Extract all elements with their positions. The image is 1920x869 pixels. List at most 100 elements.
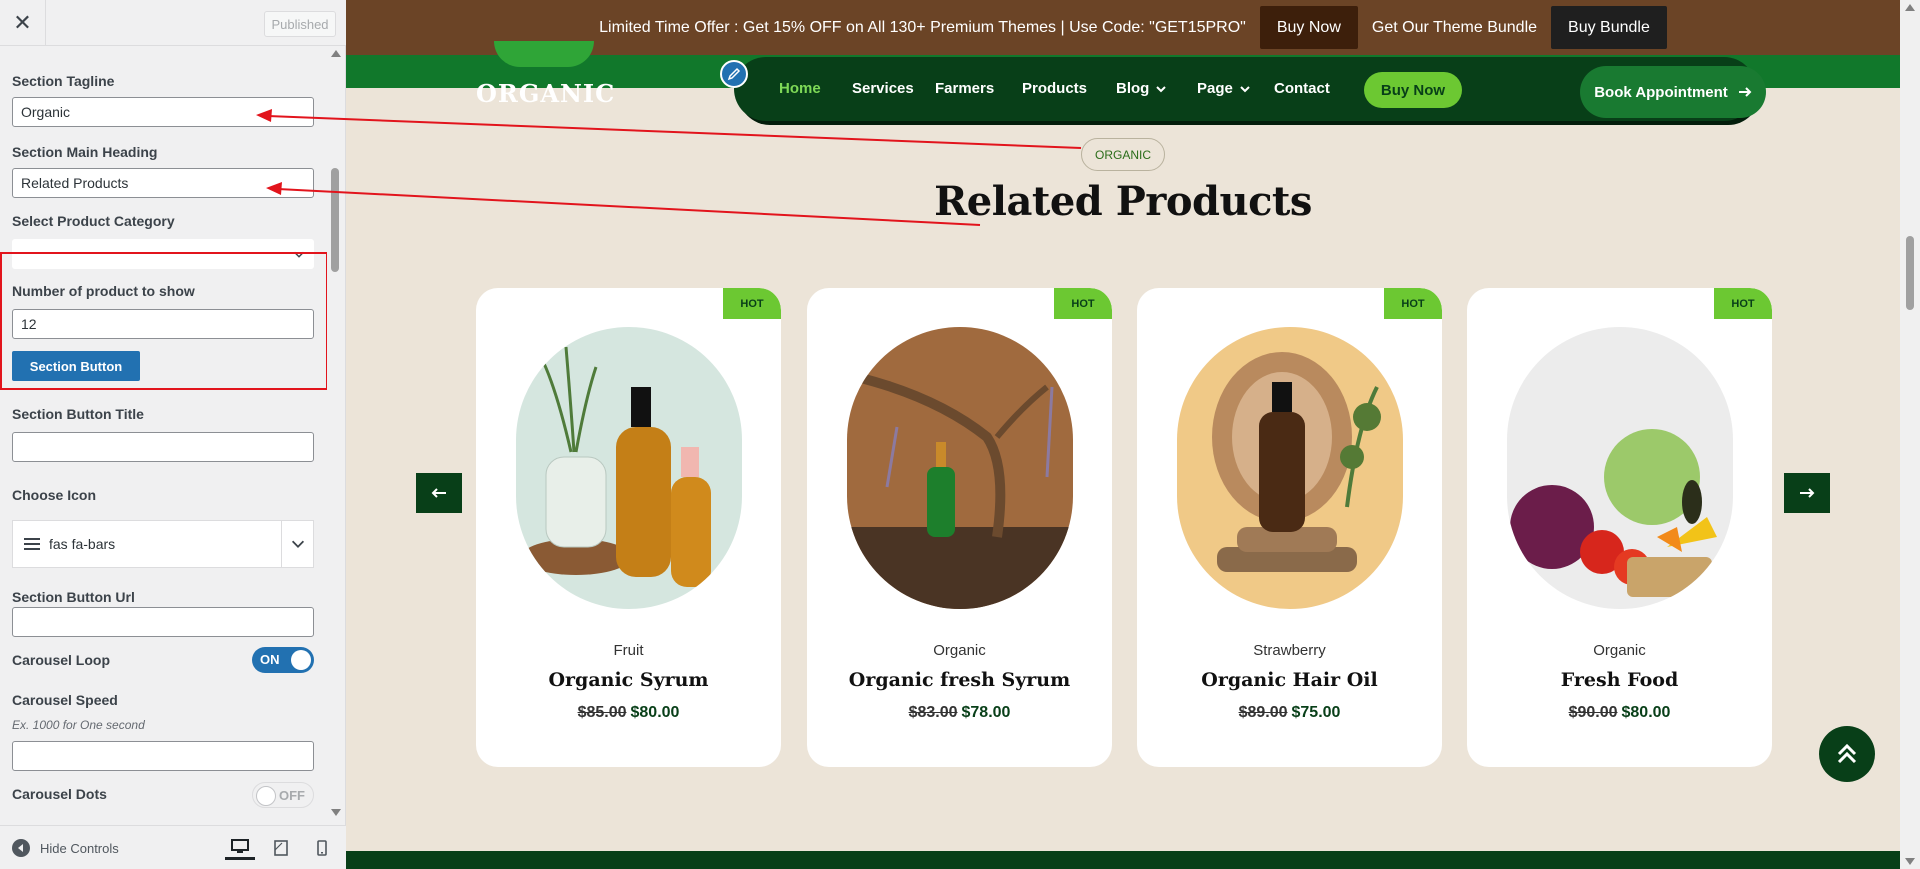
scroll-to-top-button[interactable]: [1819, 726, 1875, 782]
hot-badge: HOT: [1054, 288, 1112, 319]
tablet-icon[interactable]: [266, 836, 296, 860]
nav-buy-now-button[interactable]: Buy Now: [1364, 72, 1462, 108]
select-product-category-label: Select Product Category: [12, 213, 175, 229]
carousel-dots-toggle[interactable]: OFF: [252, 782, 314, 808]
nav-item-blog[interactable]: Blog: [1116, 80, 1167, 97]
scroll-down-arrow[interactable]: [1905, 858, 1915, 865]
scroll-down-arrow[interactable]: [331, 809, 341, 816]
carousel-speed-hint: Ex. 1000 for One second: [12, 718, 145, 732]
product-name[interactable]: Organic fresh Syrum: [807, 669, 1112, 691]
product-card[interactable]: HOT Fruit Organic Syrum $85.00 $80.00: [476, 288, 781, 767]
product-name[interactable]: Fresh Food: [1467, 669, 1772, 691]
product-image[interactable]: [1177, 327, 1403, 609]
book-appointment-label: Book Appointment: [1594, 83, 1728, 101]
promo-bundle-text: Get Our Theme Bundle: [1371, 18, 1538, 36]
section-main-heading-input[interactable]: Related Products: [12, 168, 314, 198]
icon-picker[interactable]: fas fa-bars: [12, 520, 314, 568]
section-button-url-input[interactable]: [12, 607, 314, 637]
hot-badge: HOT: [723, 288, 781, 319]
icon-picker-toggle[interactable]: [281, 521, 313, 567]
carousel-loop-label: Carousel Loop: [12, 652, 111, 668]
old-price: $83.00: [908, 704, 958, 721]
old-price: $89.00: [1238, 704, 1288, 721]
sale-price: $78.00: [961, 704, 1011, 721]
product-price: $85.00 $80.00: [476, 704, 781, 722]
nav-item-farmers[interactable]: Farmers: [935, 80, 994, 97]
scrollbar-thumb[interactable]: [1906, 236, 1914, 310]
product-image[interactable]: [516, 327, 742, 609]
toggle-knob: [291, 650, 311, 670]
product-image[interactable]: [847, 327, 1073, 609]
product-card[interactable]: HOT Organic Organic fresh Syrum $83.00 $7…: [807, 288, 1112, 767]
nav-item-services[interactable]: Services: [852, 80, 914, 97]
nav-item-home[interactable]: Home: [779, 80, 821, 97]
product-image[interactable]: [1507, 327, 1733, 609]
logo-text: ORGANIC: [476, 79, 616, 108]
sale-price: $75.00: [1291, 704, 1341, 721]
product-price: $83.00 $78.00: [807, 704, 1112, 722]
scroll-up-arrow[interactable]: [331, 50, 341, 57]
old-price: $85.00: [577, 704, 627, 721]
book-appointment-button[interactable]: Book Appointment: [1580, 66, 1766, 118]
double-chevron-up-icon: [1837, 743, 1857, 764]
hot-badge: HOT: [1714, 288, 1772, 319]
logo-leaf-icon: [494, 41, 594, 67]
carousel-speed-input[interactable]: [12, 741, 314, 771]
product-price: $89.00 $75.00: [1137, 704, 1442, 722]
promo-text: Limited Time Offer : Get 15% OFF on All …: [599, 18, 1246, 36]
desktop-icon[interactable]: [225, 836, 255, 860]
chevron-down-icon: [1240, 85, 1250, 92]
scrollbar-thumb[interactable]: [331, 168, 339, 272]
hot-badge: HOT: [1384, 288, 1442, 319]
customizer-footer: Hide Controls: [0, 825, 346, 869]
preview-scrollbar[interactable]: [1900, 0, 1920, 869]
mobile-icon[interactable]: [307, 836, 337, 860]
nav-item-blog-label: Blog: [1116, 80, 1150, 97]
sale-price: $80.00: [630, 704, 680, 721]
section-tagline-label: Section Tagline: [12, 73, 115, 89]
customizer-header: ✕ Published: [0, 0, 346, 46]
scroll-up-arrow[interactable]: [1905, 4, 1915, 11]
site-preview: Limited Time Offer : Get 15% OFF on All …: [346, 0, 1920, 869]
section-button-title-input[interactable]: [12, 432, 314, 462]
site-logo[interactable]: ORGANIC: [476, 41, 614, 108]
product-category: Organic: [933, 642, 986, 659]
pencil-icon[interactable]: [720, 60, 748, 88]
carousel-dots-label: Carousel Dots: [12, 786, 107, 802]
product-card[interactable]: HOT Strawberry Organic Hair Oil $89.00 $7…: [1137, 288, 1442, 767]
product-category: Organic: [1593, 642, 1646, 659]
choose-icon-label: Choose Icon: [12, 487, 97, 503]
customizer-controls: Section Tagline Organic Section Main Hea…: [0, 46, 346, 820]
product-card[interactable]: HOT Organic Fresh Food $90.00 $80.00: [1467, 288, 1772, 767]
nav-item-page-label: Page: [1197, 80, 1233, 97]
hide-controls-button[interactable]: Hide Controls: [12, 839, 119, 857]
arrow-right-icon: [1800, 488, 1815, 498]
published-button[interactable]: Published: [264, 11, 336, 37]
footer-strip: [346, 851, 1900, 869]
carousel-prev-button[interactable]: [416, 473, 462, 513]
product-name[interactable]: Organic Syrum: [476, 669, 781, 691]
promo-buy-now-button[interactable]: Buy Now: [1259, 6, 1358, 49]
promo-buy-bundle-button[interactable]: Buy Bundle: [1551, 6, 1667, 49]
section-button-url-label: Section Button Url: [12, 589, 135, 605]
section-tagline-input[interactable]: Organic: [12, 97, 314, 127]
carousel-loop-toggle[interactable]: ON: [252, 647, 314, 673]
product-name[interactable]: Organic Hair Oil: [1137, 669, 1442, 691]
section-main-heading-label: Section Main Heading: [12, 144, 158, 160]
carousel-next-button[interactable]: [1784, 473, 1830, 513]
customizer-sidebar: ✕ Published Section Tagline Organic Sect…: [0, 0, 346, 869]
icon-picker-value: fas fa-bars: [49, 536, 116, 552]
nav-item-page[interactable]: Page: [1197, 80, 1251, 97]
sidebar-scrollbar[interactable]: [327, 46, 344, 820]
product-category: Fruit: [613, 642, 644, 659]
bars-icon: [24, 538, 40, 550]
nav-item-products[interactable]: Products: [1022, 80, 1087, 97]
arrow-left-icon: [431, 488, 446, 498]
hide-controls-label: Hide Controls: [40, 840, 119, 856]
sale-price: $80.00: [1621, 704, 1671, 721]
section-tagline-pill: ORGANIC: [1081, 138, 1165, 171]
nav-item-contact[interactable]: Contact: [1274, 80, 1330, 97]
section-button-title-label: Section Button Title: [12, 406, 144, 422]
close-icon[interactable]: ✕: [0, 0, 46, 46]
hide-controls-icon: [12, 839, 30, 857]
